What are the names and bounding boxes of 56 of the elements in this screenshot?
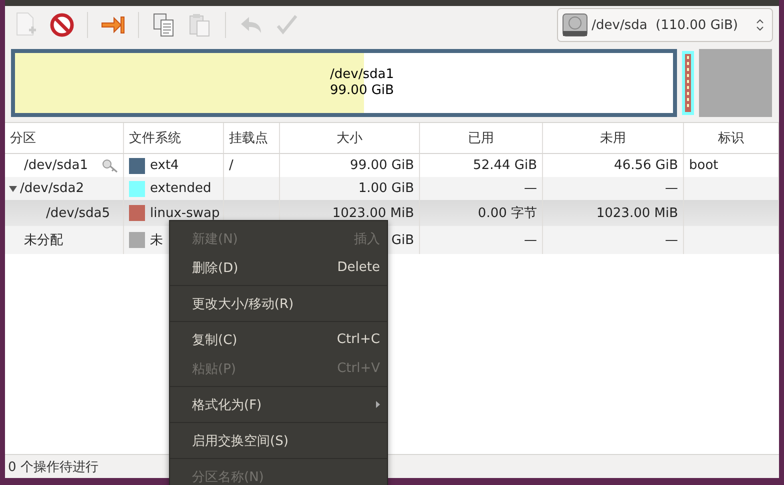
column-header[interactable]: 文件系统 bbox=[124, 123, 224, 153]
paste-icon bbox=[189, 13, 211, 37]
partition-name: /dev/sda5 bbox=[46, 206, 110, 220]
status-text: 0 个操作待进行 bbox=[8, 458, 98, 476]
filesystem-name: 未 bbox=[150, 232, 163, 249]
menu-item[interactable]: 更改大小/移动(R) bbox=[170, 289, 387, 318]
segment-label: /dev/sda1 99.00 GiB bbox=[330, 67, 394, 99]
column-header[interactable]: 已用 bbox=[420, 123, 543, 153]
arrow-to-bar-icon bbox=[101, 15, 125, 35]
unused-value: 1023.00 MiB bbox=[596, 206, 678, 220]
size-value: 1023.00 MiB bbox=[332, 206, 414, 220]
device-selector[interactable]: /dev/sda (110.00 GiB) bbox=[556, 8, 773, 42]
unused-value: — bbox=[665, 181, 678, 196]
size-value: 1.00 GiB bbox=[358, 181, 414, 196]
checkmark-icon bbox=[276, 14, 298, 36]
submenu-arrow-icon bbox=[376, 401, 380, 408]
swap-segment[interactable] bbox=[685, 54, 691, 112]
shortcut-label: 插入 bbox=[354, 230, 380, 248]
partition-name: /dev/sda1 bbox=[24, 158, 88, 173]
extended-segment[interactable] bbox=[682, 51, 694, 115]
column-header[interactable]: 大小 bbox=[280, 123, 420, 153]
menu-item[interactable]: 删除(D) Delete bbox=[170, 253, 387, 282]
undo-icon bbox=[239, 15, 263, 35]
spinner-arrows-icon bbox=[756, 18, 764, 32]
unused-value: 46.56 GiB bbox=[614, 158, 678, 173]
no-entry-icon bbox=[50, 13, 74, 37]
partition-row[interactable]: /dev/sda5 linux-swap 1023.00 MiB 0.00 字节 1023.00 MiB bbox=[5, 200, 779, 226]
partition-name: 未分配 bbox=[24, 232, 63, 249]
shortcut-label: Ctrl+C bbox=[336, 332, 380, 347]
filesystem-name: extended bbox=[150, 181, 212, 196]
new-document-icon bbox=[15, 12, 37, 38]
used-value: — bbox=[524, 181, 537, 196]
used-value: 0.00 字节 bbox=[478, 205, 537, 222]
menu-item[interactable]: 启用交换空间(S) bbox=[170, 426, 387, 455]
shortcut-label: Ctrl+V bbox=[337, 361, 380, 376]
column-header[interactable]: 标识 bbox=[684, 123, 779, 153]
copy-icon bbox=[153, 13, 175, 37]
menu-item[interactable]: 复制(C) Ctrl+C bbox=[170, 325, 387, 354]
unused-value: — bbox=[665, 232, 678, 248]
size-value: 99.00 GiB bbox=[350, 158, 414, 173]
column-header[interactable]: 挂载点 bbox=[224, 123, 280, 153]
expander-icon[interactable] bbox=[9, 184, 17, 192]
partition-row[interactable]: /dev/sda2 extended 1.00 GiB — — bbox=[5, 177, 779, 200]
shortcut-label: Delete bbox=[337, 260, 380, 275]
mount-point: / bbox=[229, 158, 234, 173]
used-value: 52.44 GiB bbox=[473, 158, 537, 173]
filesystem-name: ext4 bbox=[150, 158, 179, 173]
partition-name: /dev/sda2 bbox=[20, 181, 84, 196]
menu-item[interactable]: 格式化为(F) bbox=[170, 390, 387, 419]
column-header[interactable]: 未用 bbox=[543, 123, 684, 153]
column-header[interactable]: 分区 bbox=[5, 123, 124, 153]
partition-segment[interactable]: /dev/sda1 99.00 GiB bbox=[11, 49, 677, 117]
flags-value: boot bbox=[689, 158, 718, 173]
size-value: GiB bbox=[391, 232, 414, 248]
used-value: — bbox=[524, 232, 537, 248]
filesystem-name: linux-swap bbox=[150, 206, 220, 220]
